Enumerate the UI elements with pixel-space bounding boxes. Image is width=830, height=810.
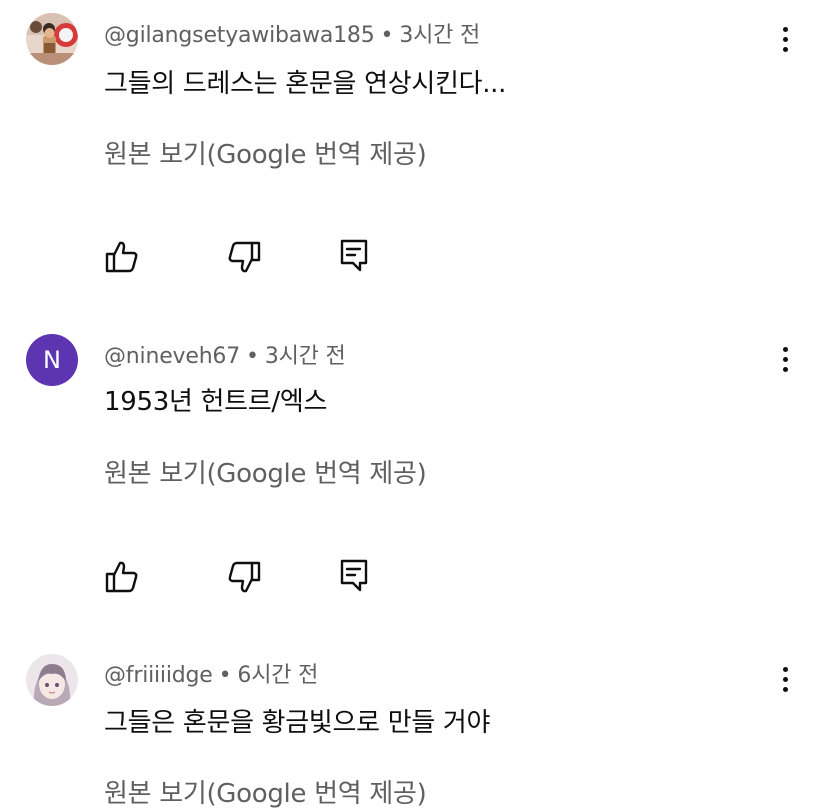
reply-button[interactable] xyxy=(334,235,374,275)
comment-author[interactable]: @friiiiidge xyxy=(104,663,213,688)
comment-time: 3시간 전 xyxy=(264,344,346,369)
reply-icon xyxy=(340,559,368,592)
comment-author[interactable]: @gilangsetyawibawa185 xyxy=(104,23,375,48)
avatar[interactable]: N xyxy=(26,334,78,386)
more-options-button[interactable] xyxy=(770,341,800,377)
more-vert-icon xyxy=(782,346,788,352)
comment-meta: @nineveh67 • 3시간 전 xyxy=(104,338,346,370)
comment-text: 그들은 혼문을 황금빛으로 만들 거야 xyxy=(104,708,491,738)
translate-link[interactable]: 원본 보기(Google 번역 제공) xyxy=(104,773,427,810)
more-options-button[interactable] xyxy=(770,21,800,57)
dislike-button[interactable] xyxy=(224,237,264,277)
dislike-button[interactable] xyxy=(224,557,264,597)
like-button[interactable] xyxy=(102,237,142,277)
thumbs-up-icon xyxy=(105,241,138,273)
comment-text: 그들의 드레스는 혼문을 연상시킨다... xyxy=(104,69,507,99)
comment-author[interactable]: @nineveh67 xyxy=(104,344,240,369)
more-vert-icon xyxy=(782,666,788,672)
avatar-image xyxy=(26,13,78,65)
comment-time: 6시간 전 xyxy=(237,663,319,688)
more-options-button[interactable] xyxy=(770,661,800,697)
comment-meta: @gilangsetyawibawa185 • 3시간 전 xyxy=(104,17,480,49)
avatar-image xyxy=(26,654,78,706)
meta-separator: • xyxy=(246,344,259,369)
thumbs-down-icon xyxy=(228,241,261,273)
thumbs-up-icon xyxy=(105,561,138,593)
comment-meta: @friiiiidge • 6시간 전 xyxy=(104,657,318,689)
comment-text: 1953년 헌트르/엑스 xyxy=(104,387,328,417)
reply-icon xyxy=(340,239,368,272)
comment-time: 3시간 전 xyxy=(399,23,481,48)
meta-separator: • xyxy=(380,23,394,48)
more-vert-icon xyxy=(782,26,788,32)
meta-separator: • xyxy=(218,663,232,688)
reply-button[interactable] xyxy=(334,555,374,595)
avatar[interactable] xyxy=(26,654,78,706)
thumbs-down-icon xyxy=(228,561,261,593)
translate-link[interactable]: 원본 보기(Google 번역 제공) xyxy=(104,134,427,171)
like-button[interactable] xyxy=(102,557,142,597)
avatar-letter: N xyxy=(43,346,61,374)
avatar[interactable] xyxy=(26,13,78,65)
translate-link[interactable]: 원본 보기(Google 번역 제공) xyxy=(104,453,427,490)
